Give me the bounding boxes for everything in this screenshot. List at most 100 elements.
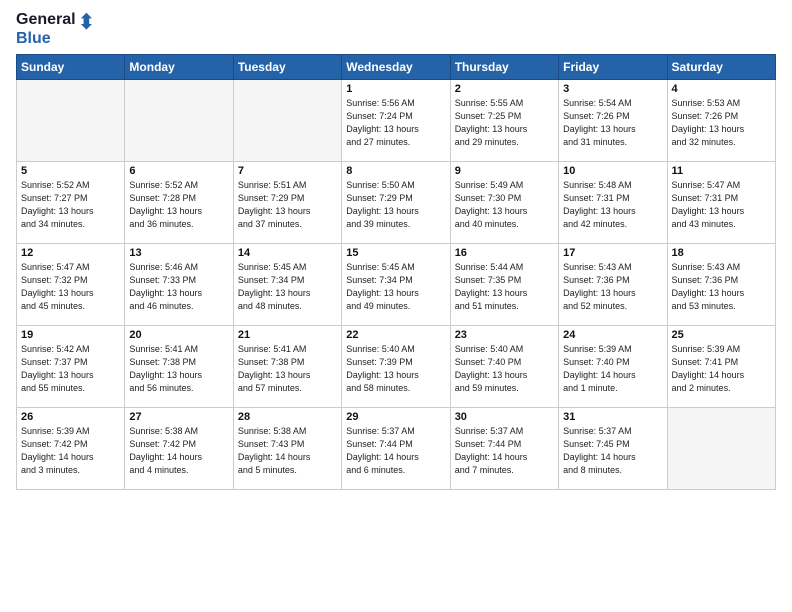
day-info: Sunrise: 5:54 AM Sunset: 7:26 PM Dayligh… [563,97,662,149]
day-number: 19 [21,329,120,341]
calendar-cell: 31 Sunrise: 5:37 AM Sunset: 7:45 PM Dayli… [559,407,667,489]
day-number: 18 [672,247,771,259]
calendar-cell: 27 Sunrise: 5:38 AM Sunset: 7:42 PM Dayli… [125,407,233,489]
calendar-cell: 16 Sunrise: 5:44 AM Sunset: 7:35 PM Dayli… [450,243,558,325]
day-number: 15 [346,247,445,259]
day-number: 13 [129,247,228,259]
day-number: 24 [563,329,662,341]
logo-text-blue: Blue [16,30,51,48]
calendar-cell: 17 Sunrise: 5:43 AM Sunset: 7:36 PM Dayli… [559,243,667,325]
day-number: 20 [129,329,228,341]
calendar-cell: 29 Sunrise: 5:37 AM Sunset: 7:44 PM Dayli… [342,407,450,489]
day-info: Sunrise: 5:39 AM Sunset: 7:42 PM Dayligh… [21,425,120,477]
week-row-5: 26 Sunrise: 5:39 AM Sunset: 7:42 PM Dayli… [17,407,776,489]
day-info: Sunrise: 5:49 AM Sunset: 7:30 PM Dayligh… [455,179,554,231]
calendar-table: SundayMondayTuesdayWednesdayThursdayFrid… [16,54,776,490]
calendar-cell: 23Sunrise: 5:40 AM Sunset: 7:40 PM Dayli… [450,325,558,407]
day-number: 28 [238,411,337,423]
day-number: 17 [563,247,662,259]
day-number: 16 [455,247,554,259]
day-info: Sunrise: 5:39 AM Sunset: 7:40 PM Dayligh… [563,343,662,395]
calendar-cell: 18 Sunrise: 5:43 AM Sunset: 7:36 PM Dayli… [667,243,775,325]
weekday-header-thursday: Thursday [450,54,558,79]
day-info: Sunrise: 5:41 AM Sunset: 7:38 PM Dayligh… [238,343,337,395]
calendar-cell [17,79,125,161]
day-info: Sunrise: 5:40 AM Sunset: 7:39 PM Dayligh… [346,343,445,395]
week-row-3: 12 Sunrise: 5:47 AM Sunset: 7:32 PM Dayli… [17,243,776,325]
weekday-header-tuesday: Tuesday [233,54,341,79]
weekday-header-row: SundayMondayTuesdayWednesdayThursdayFrid… [17,54,776,79]
calendar-cell: 28 Sunrise: 5:38 AM Sunset: 7:43 PM Dayli… [233,407,341,489]
day-info: Sunrise: 5:38 AM Sunset: 7:42 PM Dayligh… [129,425,228,477]
day-info: Sunrise: 5:45 AM Sunset: 7:34 PM Dayligh… [346,261,445,313]
calendar-cell: 2 Sunrise: 5:55 AM Sunset: 7:25 PM Daylig… [450,79,558,161]
day-number: 31 [563,411,662,423]
day-info: Sunrise: 5:37 AM Sunset: 7:45 PM Dayligh… [563,425,662,477]
page-header: General Blue [16,10,776,48]
calendar-cell: 25 Sunrise: 5:39 AM Sunset: 7:41 PM Dayli… [667,325,775,407]
day-number: 3 [563,83,662,95]
calendar-cell: 12 Sunrise: 5:47 AM Sunset: 7:32 PM Dayli… [17,243,125,325]
day-number: 7 [238,165,337,177]
calendar-cell [667,407,775,489]
day-number: 30 [455,411,554,423]
calendar-cell: 6 Sunrise: 5:52 AM Sunset: 7:28 PM Daylig… [125,161,233,243]
day-info: Sunrise: 5:48 AM Sunset: 7:31 PM Dayligh… [563,179,662,231]
weekday-header-wednesday: Wednesday [342,54,450,79]
calendar-cell: 1Sunrise: 5:56 AM Sunset: 7:24 PM Daylig… [342,79,450,161]
calendar-cell: 19Sunrise: 5:42 AM Sunset: 7:37 PM Dayli… [17,325,125,407]
calendar-cell [125,79,233,161]
day-info: Sunrise: 5:47 AM Sunset: 7:31 PM Dayligh… [672,179,771,231]
day-info: Sunrise: 5:37 AM Sunset: 7:44 PM Dayligh… [346,425,445,477]
day-info: Sunrise: 5:38 AM Sunset: 7:43 PM Dayligh… [238,425,337,477]
calendar-cell: 24 Sunrise: 5:39 AM Sunset: 7:40 PM Dayli… [559,325,667,407]
day-info: Sunrise: 5:52 AM Sunset: 7:28 PM Dayligh… [129,179,228,231]
day-number: 26 [21,411,120,423]
week-row-1: 1Sunrise: 5:56 AM Sunset: 7:24 PM Daylig… [17,79,776,161]
calendar-cell: 21Sunrise: 5:41 AM Sunset: 7:38 PM Dayli… [233,325,341,407]
logo-text-general: General [16,11,76,29]
day-number: 12 [21,247,120,259]
day-info: Sunrise: 5:37 AM Sunset: 7:44 PM Dayligh… [455,425,554,477]
weekday-header-saturday: Saturday [667,54,775,79]
calendar-cell: 13 Sunrise: 5:46 AM Sunset: 7:33 PM Dayli… [125,243,233,325]
day-number: 6 [129,165,228,177]
day-number: 9 [455,165,554,177]
calendar-cell: 22Sunrise: 5:40 AM Sunset: 7:39 PM Dayli… [342,325,450,407]
calendar-cell: 26 Sunrise: 5:39 AM Sunset: 7:42 PM Dayli… [17,407,125,489]
day-info: Sunrise: 5:41 AM Sunset: 7:38 PM Dayligh… [129,343,228,395]
calendar-cell: 9 Sunrise: 5:49 AM Sunset: 7:30 PM Daylig… [450,161,558,243]
day-number: 25 [672,329,771,341]
weekday-header-sunday: Sunday [17,54,125,79]
day-number: 8 [346,165,445,177]
week-row-4: 19Sunrise: 5:42 AM Sunset: 7:37 PM Dayli… [17,325,776,407]
day-info: Sunrise: 5:43 AM Sunset: 7:36 PM Dayligh… [672,261,771,313]
calendar-cell [233,79,341,161]
calendar-cell: 20 Sunrise: 5:41 AM Sunset: 7:38 PM Dayli… [125,325,233,407]
weekday-header-monday: Monday [125,54,233,79]
weekday-header-friday: Friday [559,54,667,79]
calendar-cell: 7 Sunrise: 5:51 AM Sunset: 7:29 PM Daylig… [233,161,341,243]
day-info: Sunrise: 5:47 AM Sunset: 7:32 PM Dayligh… [21,261,120,313]
calendar-cell: 5 Sunrise: 5:52 AM Sunset: 7:27 PM Daylig… [17,161,125,243]
calendar-page: General Blue SundayMondayTuesdayWednesda… [0,0,792,612]
day-info: Sunrise: 5:55 AM Sunset: 7:25 PM Dayligh… [455,97,554,149]
day-info: Sunrise: 5:45 AM Sunset: 7:34 PM Dayligh… [238,261,337,313]
day-info: Sunrise: 5:43 AM Sunset: 7:36 PM Dayligh… [563,261,662,313]
day-info: Sunrise: 5:44 AM Sunset: 7:35 PM Dayligh… [455,261,554,313]
day-number: 27 [129,411,228,423]
logo: General Blue [16,10,98,48]
day-info: Sunrise: 5:52 AM Sunset: 7:27 PM Dayligh… [21,179,120,231]
day-number: 5 [21,165,120,177]
day-info: Sunrise: 5:50 AM Sunset: 7:29 PM Dayligh… [346,179,445,231]
day-info: Sunrise: 5:46 AM Sunset: 7:33 PM Dayligh… [129,261,228,313]
day-number: 29 [346,411,445,423]
day-info: Sunrise: 5:39 AM Sunset: 7:41 PM Dayligh… [672,343,771,395]
day-number: 23 [455,329,554,341]
calendar-cell: 3 Sunrise: 5:54 AM Sunset: 7:26 PM Daylig… [559,79,667,161]
calendar-cell: 30 Sunrise: 5:37 AM Sunset: 7:44 PM Dayli… [450,407,558,489]
day-number: 2 [455,83,554,95]
day-info: Sunrise: 5:56 AM Sunset: 7:24 PM Dayligh… [346,97,445,149]
day-info: Sunrise: 5:51 AM Sunset: 7:29 PM Dayligh… [238,179,337,231]
calendar-cell: 8 Sunrise: 5:50 AM Sunset: 7:29 PM Daylig… [342,161,450,243]
